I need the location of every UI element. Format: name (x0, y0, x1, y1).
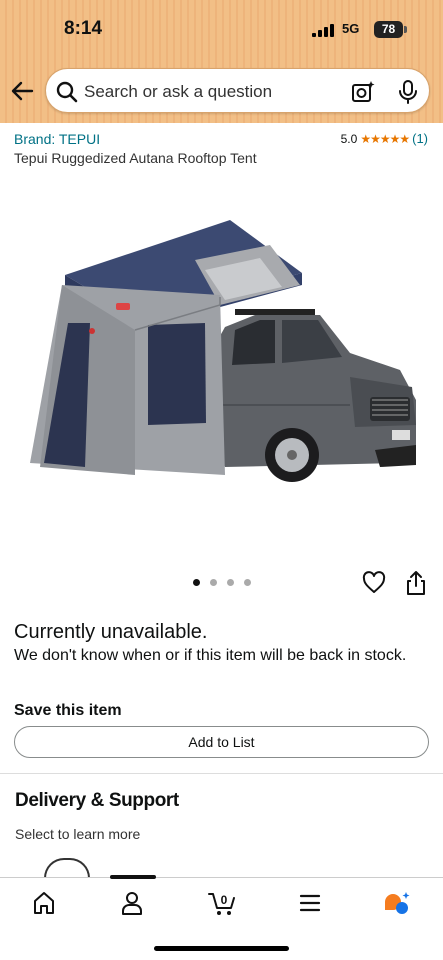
rating-value: 5.0 (340, 131, 358, 146)
search-icon (56, 81, 78, 103)
share-icon[interactable] (405, 570, 427, 596)
cart-icon[interactable]: 0 (207, 890, 237, 916)
delivery-icon (44, 858, 90, 878)
star-rating-icon: ★★★★★ (360, 131, 410, 146)
gallery-dot[interactable] (210, 579, 217, 586)
product-title: Tepui Ruggedized Autana Rooftop Tent (14, 150, 257, 166)
search-input[interactable] (84, 69, 344, 114)
home-icon[interactable] (31, 890, 57, 916)
back-arrow-icon[interactable] (10, 78, 36, 104)
gallery-dots[interactable] (193, 579, 251, 586)
rating-summary[interactable]: 5.0 ★★★★★ (1) (341, 131, 428, 146)
cart-count: 0 (221, 893, 228, 907)
microphone-icon[interactable] (396, 79, 420, 105)
menu-icon[interactable] (297, 890, 323, 916)
active-tab-indicator (110, 875, 156, 879)
availability-heading: Currently unavailable. (14, 621, 208, 643)
add-to-list-button[interactable]: Add to List (14, 726, 429, 758)
delivery-support-heading[interactable]: Delivery & Support (15, 790, 179, 812)
save-item-heading: Save this item (14, 702, 122, 719)
status-time: 8:14 (64, 18, 103, 39)
gallery-dot[interactable] (227, 579, 234, 586)
rating-count[interactable]: (1) (412, 131, 428, 146)
heart-icon[interactable] (362, 571, 386, 595)
rufus-icon[interactable] (382, 890, 412, 916)
battery-cap (404, 26, 407, 33)
network-label: 5G (342, 21, 360, 36)
section-divider (0, 773, 443, 774)
brand-link[interactable]: Brand: TEPUI (14, 131, 100, 147)
signal-icon (312, 24, 334, 37)
home-indicator (154, 946, 289, 951)
header: 8:14 5G 78 (0, 0, 443, 123)
delivery-support-subtext: Select to learn more (15, 826, 141, 842)
search-bar[interactable] (45, 68, 430, 114)
product-image[interactable] (20, 205, 425, 505)
suv-illustration (215, 309, 416, 482)
account-icon[interactable] (119, 890, 145, 916)
battery-icon: 78 (374, 21, 403, 38)
availability-note: We don't know when or if this item will … (14, 647, 407, 664)
gallery-dot[interactable] (244, 579, 251, 586)
camera-lens-icon[interactable] (350, 79, 376, 105)
gallery-dot[interactable] (193, 579, 200, 586)
